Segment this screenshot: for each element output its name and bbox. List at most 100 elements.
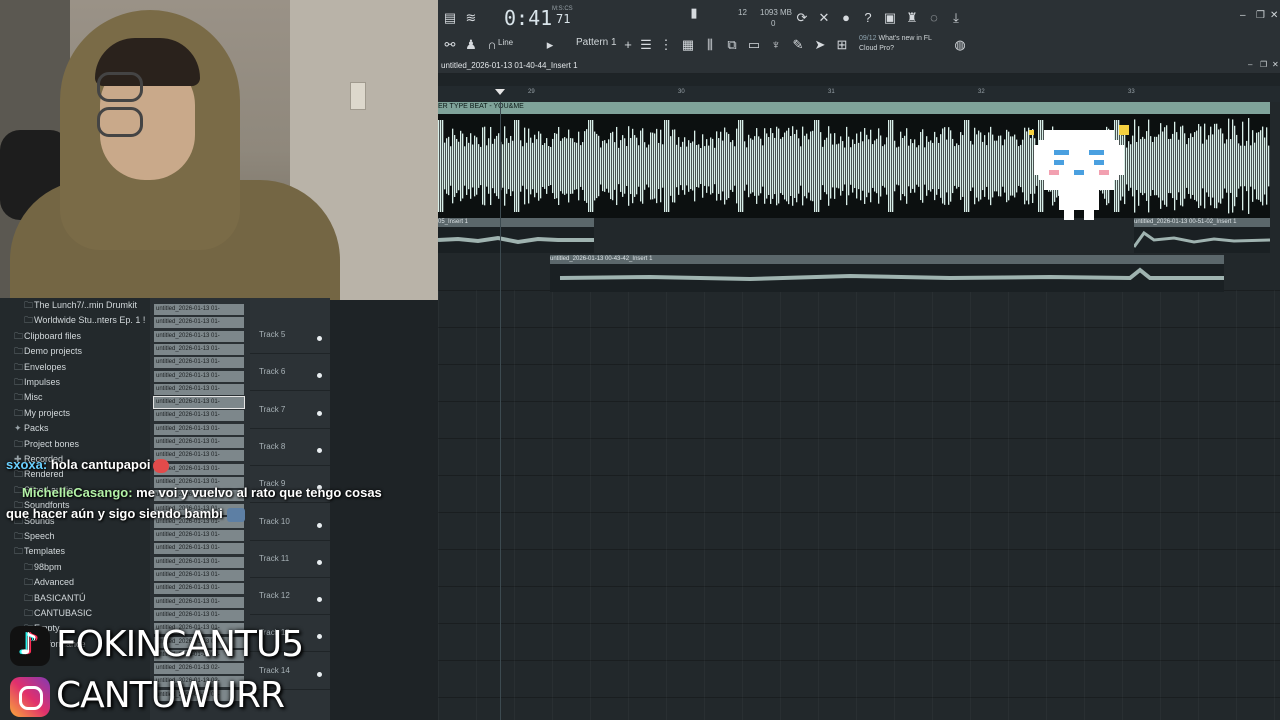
track-mute-led[interactable] <box>317 410 322 416</box>
browser-item[interactable]: 🗀Speech <box>0 529 164 544</box>
clip-source-item[interactable]: untitled_2026-01-13 01- <box>154 383 244 395</box>
browser-item[interactable]: 🗀Project bones <box>0 437 164 452</box>
browser-item[interactable]: 🗀CANTUBASIC <box>0 606 174 621</box>
cart-icon[interactable]: ⊞ <box>834 38 850 52</box>
stamp-icon[interactable]: ♟ <box>463 38 479 52</box>
clip-source-item[interactable]: untitled_2026-01-13 01- <box>154 556 244 568</box>
close-x-icon[interactable]: ✕ <box>816 11 832 25</box>
track-header[interactable]: Track 7 <box>250 391 330 429</box>
clip-source-item[interactable]: untitled_2026-01-13 01- <box>154 543 244 555</box>
play-pattern-icon[interactable]: ▸ <box>542 38 558 52</box>
browser-item[interactable]: 🗀Impulses <box>0 375 164 390</box>
browser-item[interactable]: 🗀Templates <box>0 544 164 559</box>
playhead-line[interactable] <box>500 102 501 720</box>
browser-item[interactable]: 🗀The Lunch7/..min Drumkit <box>0 298 174 313</box>
browser-item[interactable]: 🗀Clipboard files <box>0 329 164 344</box>
playlist-icon[interactable]: ☰ <box>638 38 654 52</box>
plug-icon[interactable]: ♆ <box>768 38 784 52</box>
audio-clip-header[interactable]: 05_Insert 1 <box>438 218 594 227</box>
mic-icon[interactable]: ● <box>838 11 854 25</box>
playlist-restore-icon[interactable]: ❐ <box>1260 60 1267 69</box>
track-mute-led[interactable] <box>317 522 322 528</box>
playlist-arrangement[interactable]: ER TYPE BEAT - YOU&ME 05_Insert 1 untitl… <box>437 102 1280 720</box>
browser-item[interactable]: 🗀Demo projects <box>0 344 164 359</box>
track-header[interactable]: Track 5 <box>250 316 330 354</box>
link-icon[interactable]: ⚯ <box>442 38 458 52</box>
browser-item[interactable]: ✦ Packs <box>0 421 164 436</box>
clip-source-item[interactable]: untitled_2026-01-13 01- <box>154 530 244 542</box>
wave-icon[interactable]: ≋ <box>463 11 479 25</box>
clip-source-item[interactable]: untitled_2026-01-13 01- <box>154 570 244 581</box>
mixer-icon[interactable]: ⫼ <box>702 38 718 52</box>
clip-source-item[interactable]: untitled_2026-01-13 01- <box>154 343 244 355</box>
playlist-close-icon[interactable]: ✕ <box>1272 60 1279 69</box>
refresh-icon[interactable]: ⟳ <box>794 11 810 25</box>
track-mute-led[interactable] <box>317 597 322 603</box>
clip-source-item[interactable]: untitled_2026-01-13 01- <box>154 583 244 595</box>
browser-item[interactable]: 🗀Worldwide Stu..nters Ep. 1 ! <box>0 313 174 328</box>
browser-item[interactable]: 🗀BASICANTÚ <box>0 591 174 606</box>
timeline-ruler[interactable]: 29 30 31 32 33 <box>438 74 1280 102</box>
download-icon[interactable]: ⤓ <box>948 11 964 25</box>
close-icon[interactable]: ✕ <box>1270 10 1278 21</box>
clip-source-item[interactable]: untitled_2026-01-13 01- <box>154 423 244 435</box>
save-icon[interactable]: ▣ <box>882 11 898 25</box>
browser-item-label: Misc <box>24 392 43 403</box>
minimize-icon[interactable]: – <box>1240 10 1246 21</box>
track-mute-led[interactable] <box>317 373 322 379</box>
add-pattern-icon[interactable]: + <box>620 38 636 52</box>
clip-source-item[interactable]: untitled_2026-01-13 01- <box>154 330 244 342</box>
clip-source-item[interactable]: untitled_2026-01-13 01- <box>154 304 244 315</box>
track-mute-led[interactable] <box>317 447 322 453</box>
audio-clip-body[interactable] <box>1132 227 1271 253</box>
browser-icon[interactable]: ⧉ <box>724 38 740 52</box>
plugin-icon[interactable]: ♜ <box>904 11 920 25</box>
browser-item[interactable]: 🗀Envelopes <box>0 360 164 375</box>
pattern-selector[interactable]: Pattern 1 <box>576 37 617 48</box>
news-panel[interactable]: 09/12 What's new in FL Cloud Pro? <box>859 34 949 54</box>
browser-item[interactable]: 🗀98bpm <box>0 560 174 575</box>
chat-icon[interactable]: ◌ <box>926 11 942 25</box>
clip-source-item[interactable]: untitled_2026-01-13 01- <box>154 609 244 621</box>
browser-item[interactable]: 🗀Advanced <box>0 575 174 590</box>
audio-clip-header[interactable]: ER TYPE BEAT - YOU&ME <box>438 102 1270 114</box>
clip-source-item[interactable]: untitled_2026-01-13 01- <box>154 596 244 608</box>
track-mute-led[interactable] <box>317 671 322 677</box>
channel-rack-icon[interactable]: ▦ <box>680 38 696 52</box>
timeline-overview[interactable] <box>438 74 1280 86</box>
clip-source-item[interactable]: untitled_2026-01-13 01- <box>154 317 244 329</box>
track-header[interactable]: Track 11 <box>250 540 330 578</box>
audio-clip-body[interactable] <box>437 227 594 253</box>
browser-item[interactable]: 🗀Misc <box>0 390 164 405</box>
snap-selector[interactable]: Line <box>498 38 513 47</box>
track-header[interactable]: Track 10 <box>250 503 330 541</box>
pen-icon[interactable]: ✎ <box>790 38 806 52</box>
record-position-icon[interactable]: ▮ <box>686 6 702 20</box>
audio-clip-header[interactable]: untitled_2026-01-13 00-43-42_Insert 1 <box>550 255 1224 264</box>
track-mute-led[interactable] <box>317 559 322 565</box>
audio-clip-body[interactable] <box>550 264 1224 292</box>
restore-icon[interactable]: ❐ <box>1256 10 1265 21</box>
track-header[interactable]: Track 6 <box>250 353 330 392</box>
help-icon[interactable]: ? <box>860 11 876 25</box>
playhead-marker[interactable] <box>495 89 505 95</box>
clip-source-item[interactable]: untitled_2026-01-13 01- <box>153 396 245 410</box>
clip-source-item[interactable]: untitled_2026-01-13 01- <box>154 370 244 382</box>
playlist-minimize-icon[interactable]: – <box>1248 60 1252 69</box>
clip-source-item[interactable]: untitled_2026-01-13 01- <box>154 437 244 448</box>
track-label: Track 12 <box>259 591 290 601</box>
track-mute-led[interactable] <box>317 634 322 640</box>
audio-clip-waveform[interactable] <box>438 114 1270 218</box>
menu-icon[interactable]: ▤ <box>442 11 458 25</box>
browser-item[interactable]: 🗀My projects <box>0 406 164 421</box>
bird-icon[interactable]: ➤ <box>812 38 828 52</box>
track-header[interactable]: Track 8 <box>250 428 330 466</box>
piano-roll-icon[interactable]: ⋮ <box>658 38 674 52</box>
clip-source-item[interactable]: untitled_2026-01-13 01- <box>154 410 244 422</box>
globe-icon[interactable]: ◍ <box>952 38 968 52</box>
track-mute-led[interactable] <box>317 336 322 341</box>
track-header[interactable]: Track 12 <box>250 577 330 616</box>
clip-source-item[interactable]: untitled_2026-01-13 01- <box>154 357 244 369</box>
file-icon[interactable]: ▭ <box>746 38 762 52</box>
audio-clip-header[interactable]: untitled_2026-01-13 00-51-02_Insert 1 <box>1134 218 1270 227</box>
